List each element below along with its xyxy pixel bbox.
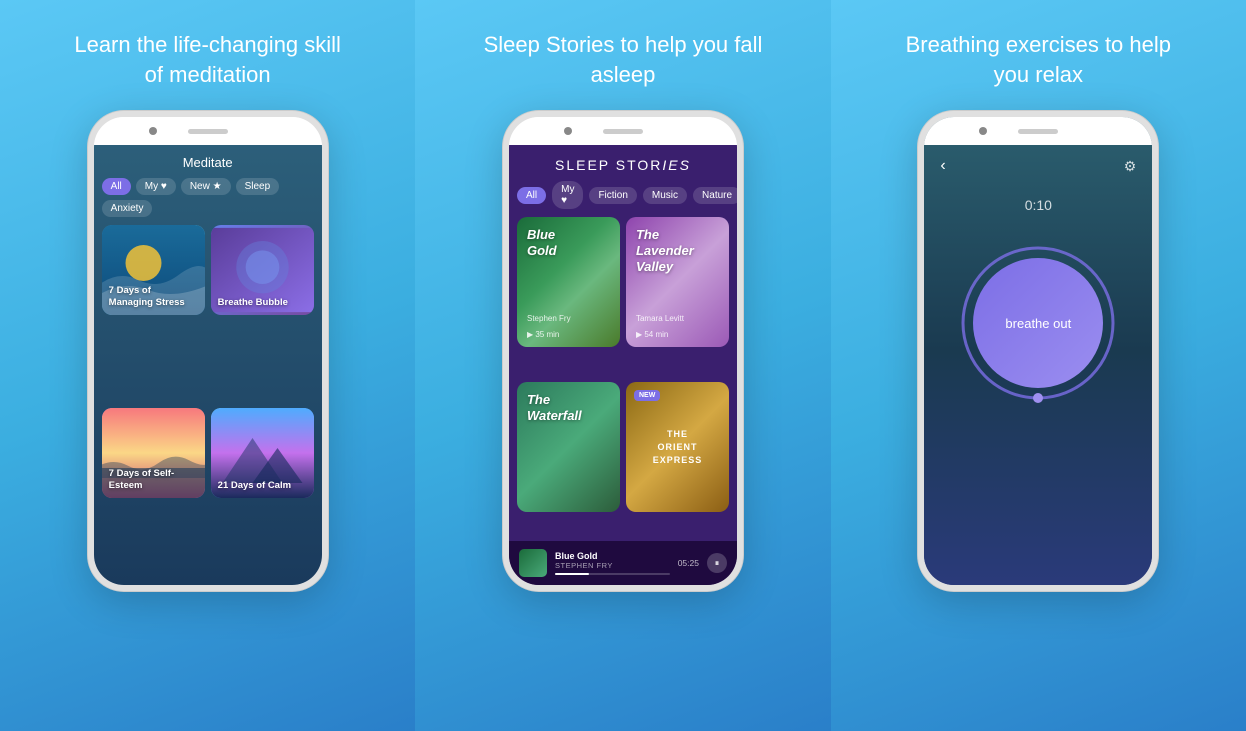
story-blue-gold[interactable]: BlueGold Stephen Fry ▶ 35 min (517, 217, 620, 347)
tab-new[interactable]: New ★ (181, 178, 231, 195)
camera-left (149, 127, 157, 135)
phone-left: Meditate All My ♥ New ★ Sleep Anxiety (88, 111, 328, 591)
progress-fill (555, 573, 589, 575)
breathing-screen: ‹ ⚙ 0:10 breathe out (924, 145, 1152, 585)
story-title-orient: THEORIENTEXPRESS (653, 428, 703, 466)
card-label-breathe: Breathe Bubble (211, 291, 314, 315)
sleep-tab-nature[interactable]: Nature (693, 187, 737, 204)
sleep-header: SLEEP STORies (509, 145, 737, 181)
panel-center-title: Sleep Stories to help you fall asleep (483, 30, 763, 89)
phone-center: SLEEP STORies All My ♥ Fiction Music Nat… (503, 111, 743, 591)
meditate-grid: 7 Days of Managing Stress (94, 225, 322, 585)
phone-right: ‹ ⚙ 0:10 breathe out (918, 111, 1158, 591)
phone-top-bar-center (509, 117, 737, 145)
story-author-blue-gold: Stephen Fry (527, 314, 571, 323)
camera-center (564, 127, 572, 135)
speaker-left (188, 129, 228, 134)
sleep-tabs: All My ♥ Fiction Music Nature (509, 181, 737, 217)
screen-left: Meditate All My ♥ New ★ Sleep Anxiety (94, 145, 322, 585)
tab-all[interactable]: All (102, 178, 131, 195)
sleep-screen: SLEEP STORies All My ♥ Fiction Music Nat… (509, 145, 737, 585)
story-title-waterfall: TheWaterfall (527, 392, 582, 423)
card-breathe-bubble[interactable]: Breathe Bubble (211, 225, 314, 315)
card-label-self-esteem: 7 Days of Self-Esteem (102, 462, 205, 499)
panel-right: Breathing exercises to help you relax (831, 0, 1246, 731)
now-playing-controls: ⏸ (707, 553, 727, 573)
breathing-instruction-text: breathe out (1005, 316, 1071, 331)
story-author-lavender: Tamara Levitt (636, 314, 684, 323)
settings-button[interactable]: ⚙ (1124, 158, 1137, 175)
now-playing-time: 05:25 (678, 558, 699, 568)
now-playing-info: Blue Gold STEPHEN FRY (555, 551, 670, 575)
story-lavender-valley[interactable]: TheLavenderValley Tamara Levitt ▶ 54 min (626, 217, 729, 347)
breathing-inner-circle: breathe out (973, 258, 1103, 388)
breathing-nav: ‹ ⚙ (924, 145, 1152, 187)
tab-my[interactable]: My ♥ (136, 178, 176, 195)
speaker-right (1018, 129, 1058, 134)
story-waterfall[interactable]: TheWaterfall (517, 382, 620, 512)
sleep-tab-all[interactable]: All (517, 187, 546, 204)
story-duration-blue-gold: ▶ 35 min (527, 330, 559, 339)
meditate-header: Meditate (94, 145, 322, 178)
card-self-esteem[interactable]: 7 Days of Self-Esteem (102, 408, 205, 498)
now-playing-title: Blue Gold (555, 551, 670, 561)
breathing-circle-container: breathe out (958, 243, 1118, 403)
sleep-tab-music[interactable]: Music (643, 187, 687, 204)
card-label-21-calm: 21 Days of Calm (211, 474, 314, 498)
progress-bar (555, 573, 670, 575)
sleep-tab-my[interactable]: My ♥ (552, 181, 583, 209)
story-title-lavender: TheLavenderValley (636, 227, 694, 274)
sleep-tab-fiction[interactable]: Fiction (589, 187, 636, 204)
panel-left: Learn the life-changing skill of meditat… (0, 0, 415, 731)
card-21-days-calm[interactable]: 21 Days of Calm (211, 408, 314, 498)
phone-top-bar-left (94, 117, 322, 145)
story-duration-lavender: ▶ 54 min (636, 330, 668, 339)
now-playing-thumb (519, 549, 547, 577)
story-orient-express[interactable]: NEW THEORIENTEXPRESS (626, 382, 729, 512)
back-button[interactable]: ‹ (940, 157, 945, 175)
card-managing-stress[interactable]: 7 Days of Managing Stress (102, 225, 205, 315)
sleep-grid: BlueGold Stephen Fry ▶ 35 min (509, 217, 737, 541)
screen-right: ‹ ⚙ 0:10 breathe out (924, 145, 1152, 585)
screen-center: SLEEP STORies All My ♥ Fiction Music Nat… (509, 145, 737, 585)
panel-center: Sleep Stories to help you fall asleep SL… (415, 0, 830, 731)
phone-top-bar-right (924, 117, 1152, 145)
story-title-blue-gold: BlueGold (527, 227, 557, 258)
now-playing-artist: STEPHEN FRY (555, 561, 670, 570)
card-label-stress: 7 Days of Managing Stress (102, 279, 205, 316)
tab-sleep[interactable]: Sleep (236, 178, 280, 195)
sleep-title: SLEEP STORies (519, 157, 727, 173)
now-playing-bar[interactable]: Blue Gold STEPHEN FRY 05:25 ⏸ (509, 541, 737, 585)
panel-left-title: Learn the life-changing skill of meditat… (68, 30, 348, 89)
new-badge: NEW (634, 390, 660, 401)
meditate-screen: Meditate All My ♥ New ★ Sleep Anxiety (94, 145, 322, 585)
pause-button[interactable]: ⏸ (707, 553, 727, 573)
camera-right (979, 127, 987, 135)
tab-anxiety[interactable]: Anxiety (102, 200, 153, 217)
speaker-center (603, 129, 643, 134)
meditate-tabs: All My ♥ New ★ Sleep Anxiety (94, 178, 322, 225)
breathing-timer: 0:10 (1025, 197, 1052, 213)
panel-right-title: Breathing exercises to help you relax (898, 30, 1178, 89)
